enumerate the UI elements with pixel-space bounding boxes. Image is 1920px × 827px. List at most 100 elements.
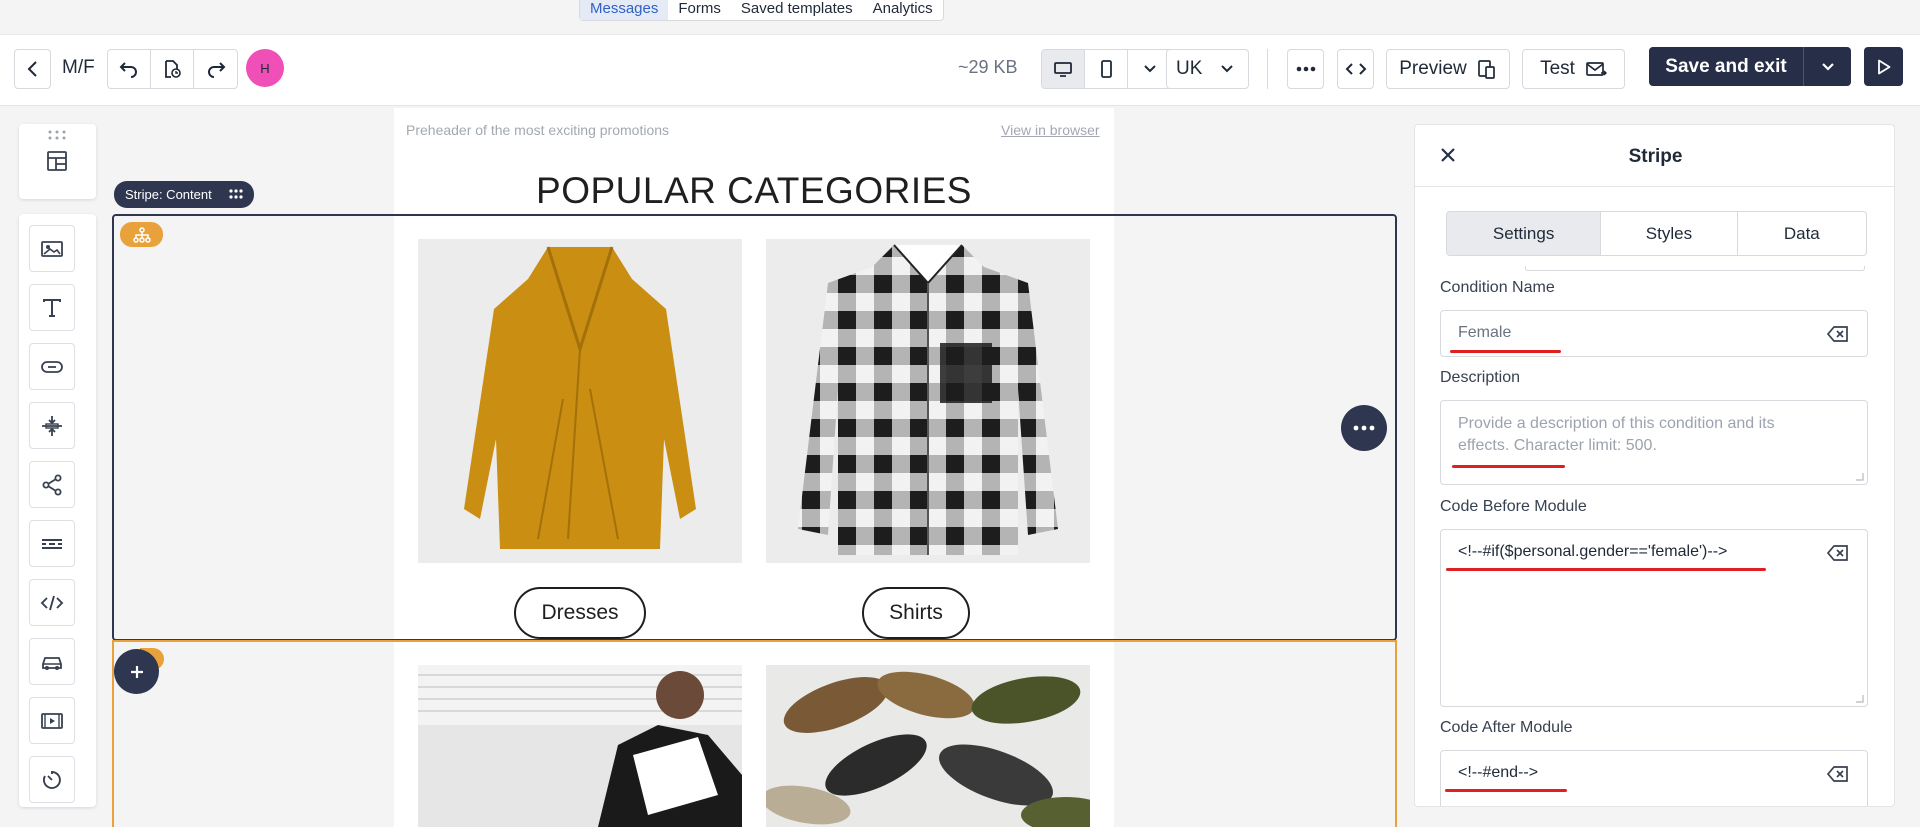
description-label: Description [1440, 369, 1521, 386]
avatar[interactable]: H [246, 49, 284, 87]
section-heading[interactable]: POPULAR CATEGORIES [394, 170, 1114, 212]
backspace-icon[interactable] [1827, 544, 1849, 562]
code-after-value: <!--#end--> [1458, 764, 1539, 781]
selected-stripe[interactable] [112, 214, 1397, 641]
text-block-button[interactable] [29, 284, 75, 331]
modules-icon[interactable] [45, 149, 69, 173]
device-dropdown-button[interactable] [1128, 50, 1171, 88]
undo-button[interactable] [108, 50, 151, 88]
panel-tabs: Settings Styles Data [1446, 211, 1867, 256]
annotation-underline [1445, 789, 1567, 792]
test-button[interactable]: Test [1522, 49, 1625, 89]
divider-icon [42, 538, 62, 549]
plus-icon [130, 665, 143, 678]
history-group [107, 49, 238, 89]
shirt-image [766, 239, 1090, 563]
shoes-image [766, 665, 1090, 827]
stripe-label[interactable]: Stripe: Content [114, 181, 254, 208]
mobile-view-button[interactable] [1085, 50, 1128, 88]
block-toolbar [19, 214, 96, 807]
stripe-label-text: Stripe: Content [125, 187, 212, 202]
resize-handle-icon[interactable] [1852, 469, 1864, 481]
drag-handle-icon [48, 130, 66, 140]
timer-block-button[interactable] [29, 756, 75, 803]
backspace-icon[interactable] [1827, 765, 1849, 783]
chevron-down-icon [1821, 62, 1834, 71]
tab-messages[interactable]: Messages [580, 0, 669, 20]
resize-handle-icon[interactable] [1852, 691, 1864, 703]
view-in-browser-link[interactable]: View in browser [1001, 122, 1100, 138]
more-options-button[interactable] [1287, 49, 1324, 89]
email-size: ~29 KB [958, 57, 1018, 77]
condition-badge[interactable] [120, 222, 163, 247]
panel-header: Stripe [1415, 125, 1894, 187]
run-button[interactable] [1864, 47, 1903, 86]
stripe-more-button[interactable] [1341, 405, 1387, 451]
next-stripe[interactable] [112, 640, 1397, 827]
share-icon [42, 474, 62, 495]
desktop-icon [1054, 62, 1072, 77]
jacket-image [418, 665, 742, 827]
video-icon [41, 712, 63, 729]
spacer-block-button[interactable] [29, 402, 75, 449]
module-library-panel [19, 124, 96, 199]
add-stripe-button[interactable] [114, 649, 159, 694]
chevron-down-icon [1143, 65, 1156, 73]
category-button-dresses[interactable]: Dresses [514, 587, 646, 639]
code-after-field[interactable]: <!--#end--> [1440, 750, 1868, 806]
tab-forms[interactable]: Forms [668, 0, 731, 20]
template-name[interactable]: M/F [62, 57, 95, 79]
image-icon [41, 240, 63, 257]
image-block-button[interactable] [29, 225, 75, 272]
preheader-text[interactable]: Preheader of the most exciting promotion… [406, 122, 669, 138]
tab-saved-templates[interactable]: Saved templates [731, 0, 863, 20]
collapsed-field-edge [1525, 266, 1865, 271]
desktop-view-button[interactable] [1042, 50, 1085, 88]
description-field[interactable]: Provide a description of this condition … [1440, 400, 1868, 485]
product-image-shirt[interactable] [766, 239, 1090, 563]
product-image-shoes[interactable] [766, 665, 1090, 827]
video-block-button[interactable] [29, 697, 75, 744]
annotation-underline [1446, 568, 1766, 571]
tab-data[interactable]: Data [1738, 212, 1866, 255]
preview-button[interactable]: Preview [1386, 49, 1510, 89]
code-icon [40, 595, 64, 610]
backspace-icon[interactable] [1827, 325, 1849, 343]
play-icon [1877, 59, 1890, 74]
button-block-button[interactable] [29, 343, 75, 390]
category-button-shirts[interactable]: Shirts [862, 587, 970, 639]
stripe-settings-panel: Stripe Settings Styles Data Condition Na… [1414, 124, 1895, 807]
divider-block-button[interactable] [29, 520, 75, 567]
product-image-jacket[interactable] [418, 665, 742, 827]
chevron-down-icon [1221, 65, 1233, 73]
condition-name-value: Female [1458, 324, 1512, 341]
mobile-icon [1101, 60, 1112, 78]
version-history-button[interactable] [151, 50, 194, 88]
text-icon [43, 298, 61, 317]
code-before-field[interactable]: <!--#if($personal.gender=='female')--> [1440, 529, 1868, 707]
product-image-dress[interactable] [418, 239, 742, 563]
social-block-button[interactable] [29, 461, 75, 508]
hierarchy-icon [132, 226, 151, 243]
code-after-label: Code After Module [1440, 719, 1573, 736]
save-and-exit-button[interactable]: Save and exit [1649, 47, 1804, 86]
drag-handle-icon[interactable] [228, 188, 244, 200]
code-icon [1345, 63, 1366, 75]
product-block-button[interactable] [29, 638, 75, 685]
undo-icon [119, 62, 137, 78]
code-editor-button[interactable] [1337, 49, 1374, 89]
tab-styles[interactable]: Styles [1601, 212, 1738, 255]
locale-select[interactable]: UK [1166, 49, 1249, 89]
panel-title: Stripe [1628, 146, 1683, 167]
redo-button[interactable] [194, 50, 237, 88]
timer-icon [42, 770, 61, 789]
tab-analytics[interactable]: Analytics [863, 0, 943, 20]
top-nav: Messages Forms Saved templates Analytics [579, 0, 944, 21]
locale-value: UK [1176, 58, 1203, 79]
save-options-button[interactable] [1804, 47, 1851, 86]
html-block-button[interactable] [29, 579, 75, 626]
preview-devices-icon [1477, 60, 1495, 79]
back-button[interactable] [14, 49, 51, 89]
more-horizontal-icon [1296, 66, 1315, 72]
tab-settings[interactable]: Settings [1447, 212, 1602, 255]
